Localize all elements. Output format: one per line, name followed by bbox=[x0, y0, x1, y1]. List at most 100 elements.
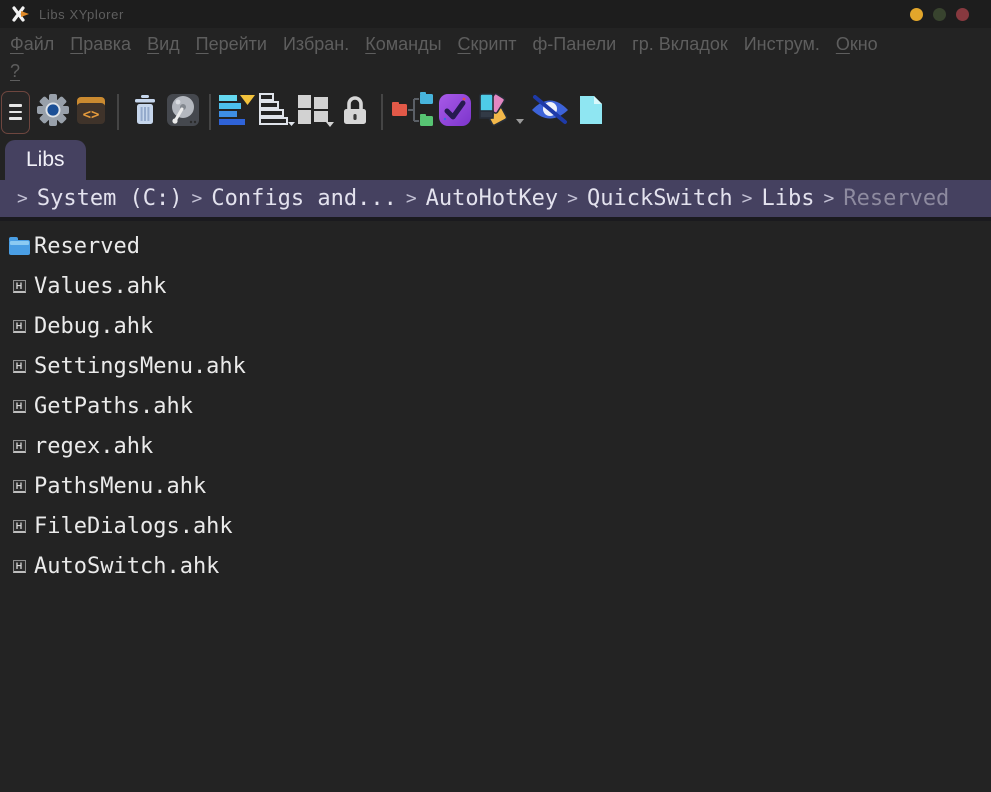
menu-help[interactable]: ? bbox=[2, 58, 28, 85]
menu-scripting[interactable]: Скрипт bbox=[450, 31, 525, 58]
breadcrumb-quickswitch[interactable]: QuickSwitch bbox=[587, 186, 733, 211]
folder-tree-button[interactable] bbox=[391, 90, 435, 134]
settings-button[interactable] bbox=[35, 90, 71, 134]
file-row-settingsmenu[interactable]: H SettingsMenu.ahk bbox=[0, 346, 991, 386]
sort-bars-icon bbox=[219, 94, 257, 131]
sort-button[interactable] bbox=[219, 90, 257, 134]
ahk-file-icon: H bbox=[13, 360, 26, 373]
menu-commands[interactable]: Команды bbox=[357, 31, 449, 58]
tiles-icon bbox=[297, 93, 335, 132]
file-row-getpaths[interactable]: H GetPaths.ahk bbox=[0, 386, 991, 426]
swatches-dropdown-caret[interactable] bbox=[516, 119, 524, 124]
svg-text:<>: <> bbox=[83, 107, 100, 123]
layout-button[interactable] bbox=[297, 90, 335, 134]
script-window-button[interactable]: <> bbox=[73, 90, 109, 134]
toolbar-separator bbox=[381, 94, 383, 130]
menu-row-2: ? bbox=[0, 58, 991, 85]
file-row-values[interactable]: H Values.ahk bbox=[0, 266, 991, 306]
hard-disk-icon bbox=[166, 93, 200, 132]
breadcrumb-libs[interactable]: Libs bbox=[762, 186, 815, 211]
close-button[interactable] bbox=[956, 8, 969, 21]
menu-edit[interactable]: Правка bbox=[62, 31, 139, 58]
menu-go[interactable]: Перейти bbox=[188, 31, 275, 58]
eye-slash-icon bbox=[529, 95, 571, 130]
color-filter-button[interactable] bbox=[475, 90, 513, 134]
file-name: SettingsMenu.ahk bbox=[34, 354, 246, 379]
breadcrumb-chevron[interactable]: > bbox=[192, 188, 203, 209]
code-window-icon: <> bbox=[75, 94, 107, 131]
toggle-hidden-button[interactable] bbox=[529, 90, 571, 134]
breadcrumb-reserved[interactable]: Reserved bbox=[843, 186, 949, 211]
outline-bars-icon bbox=[259, 93, 295, 132]
breadcrumb-chevron[interactable]: > bbox=[824, 188, 835, 209]
menu-tools[interactable]: Инструм. bbox=[736, 31, 828, 58]
menu-tab-groups[interactable]: гр. Вкладок bbox=[624, 31, 736, 58]
check-badge-icon bbox=[438, 93, 472, 132]
file-name: regex.ahk bbox=[34, 434, 153, 459]
hamburger-icon bbox=[9, 104, 22, 107]
file-name: Values.ahk bbox=[34, 274, 166, 299]
file-name: PathsMenu.ahk bbox=[34, 474, 206, 499]
xyplorer-window: Libs XYplorer Файл Правка Вид Перейти Из… bbox=[0, 0, 991, 792]
toolbar: <> bbox=[0, 87, 991, 137]
breadcrumb-configs[interactable]: Configs and... bbox=[211, 186, 396, 211]
menu-favorites[interactable]: Избран. bbox=[275, 31, 357, 58]
breadcrumb-chevron[interactable]: > bbox=[742, 188, 753, 209]
window-title: Libs XYplorer bbox=[39, 7, 124, 22]
menu-bar: Файл Правка Вид Перейти Избран. Команды … bbox=[0, 28, 991, 87]
file-row-pathsmenu[interactable]: H PathsMenu.ahk bbox=[0, 466, 991, 506]
delete-button[interactable] bbox=[127, 90, 163, 134]
disk-search-button[interactable] bbox=[165, 90, 201, 134]
title-bar: Libs XYplorer bbox=[0, 0, 991, 28]
file-row-regex[interactable]: H regex.ahk bbox=[0, 426, 991, 466]
menu-view[interactable]: Вид bbox=[139, 31, 188, 58]
app-menu-toggle-button[interactable] bbox=[1, 91, 30, 134]
lock-icon bbox=[340, 94, 370, 131]
folder-tree-icon bbox=[391, 90, 435, 135]
file-name: FileDialogs.ahk bbox=[34, 514, 233, 539]
menu-panes[interactable]: ф-Панели bbox=[524, 31, 624, 58]
tab-bar: Libs bbox=[0, 137, 991, 180]
menu-window[interactable]: Окно bbox=[828, 31, 886, 58]
group-by-button[interactable] bbox=[259, 90, 295, 134]
ahk-file-icon: H bbox=[13, 400, 26, 413]
lock-button[interactable] bbox=[337, 90, 373, 134]
ahk-file-icon: H bbox=[13, 520, 26, 533]
file-row-reserved[interactable]: Reserved bbox=[0, 226, 991, 266]
breadcrumb-chevron[interactable]: > bbox=[406, 188, 417, 209]
file-row-autoswitch[interactable]: H AutoSwitch.ahk bbox=[0, 546, 991, 586]
breadcrumb-system-c[interactable]: System (C:) bbox=[37, 186, 183, 211]
maximize-button[interactable] bbox=[933, 8, 946, 21]
file-list: Reserved H Values.ahk H Debug.ahk H Sett… bbox=[0, 221, 991, 586]
file-name: Reserved bbox=[34, 234, 140, 259]
ahk-file-icon: H bbox=[13, 560, 26, 573]
folder-icon bbox=[9, 240, 30, 255]
file-row-filedialogs[interactable]: H FileDialogs.ahk bbox=[0, 506, 991, 546]
ahk-file-icon: H bbox=[13, 320, 26, 333]
file-name: Debug.ahk bbox=[34, 314, 153, 339]
color-swatches-icon bbox=[475, 91, 513, 134]
verify-button[interactable] bbox=[437, 90, 473, 134]
menu-row-1: Файл Правка Вид Перейти Избран. Команды … bbox=[0, 31, 991, 58]
xyplorer-logo-icon bbox=[12, 6, 30, 22]
breadcrumb-bar: > System (C:) > Configs and... > AutoHot… bbox=[0, 180, 991, 221]
menu-file[interactable]: Файл bbox=[2, 31, 62, 58]
breadcrumb-autohotkey[interactable]: AutoHotKey bbox=[426, 186, 558, 211]
ahk-file-icon: H bbox=[13, 280, 26, 293]
toolbar-separator bbox=[117, 94, 119, 130]
file-name: GetPaths.ahk bbox=[34, 394, 193, 419]
document-icon bbox=[577, 94, 605, 131]
toolbar-separator bbox=[209, 94, 211, 130]
tab-libs[interactable]: Libs bbox=[5, 140, 86, 180]
tab-label: Libs bbox=[26, 148, 65, 172]
ahk-file-icon: H bbox=[13, 440, 26, 453]
ahk-file-icon: H bbox=[13, 480, 26, 493]
new-file-button[interactable] bbox=[573, 90, 609, 134]
breadcrumb-chevron[interactable]: > bbox=[567, 188, 578, 209]
file-row-debug[interactable]: H Debug.ahk bbox=[0, 306, 991, 346]
breadcrumb-chevron[interactable]: > bbox=[17, 188, 28, 209]
window-controls bbox=[910, 8, 969, 21]
gear-icon bbox=[36, 92, 70, 133]
minimize-button[interactable] bbox=[910, 8, 923, 21]
file-name: AutoSwitch.ahk bbox=[34, 554, 219, 579]
